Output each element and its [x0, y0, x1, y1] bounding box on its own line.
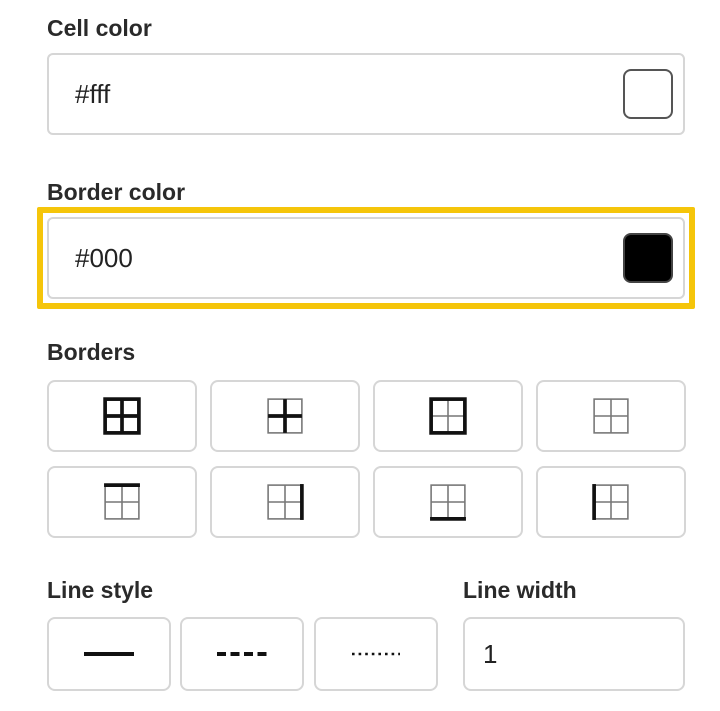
bottom-border-button[interactable] — [373, 466, 523, 538]
right-border-icon — [267, 484, 304, 520]
line-width-input[interactable]: 1 — [463, 617, 685, 691]
dotted-line-button[interactable] — [314, 617, 438, 691]
all-borders-button[interactable] — [47, 380, 197, 452]
no-borders-icon — [593, 398, 629, 434]
border-color-label: Border color — [47, 179, 186, 205]
border-color-swatch[interactable] — [623, 233, 673, 283]
inner-borders-button[interactable] — [210, 380, 360, 452]
outer-borders-icon — [429, 397, 467, 435]
cell-color-value[interactable]: #fff — [75, 55, 110, 133]
line-width-label: Line width — [463, 577, 577, 603]
cell-color-swatch[interactable] — [623, 69, 673, 119]
border-color-field[interactable]: #000 — [47, 217, 685, 299]
line-style-label: Line style — [47, 577, 154, 603]
outer-borders-button[interactable] — [373, 380, 523, 452]
inner-borders-icon — [267, 398, 303, 434]
border-color-value[interactable]: #000 — [75, 219, 133, 297]
no-borders-button[interactable] — [536, 380, 686, 452]
bottom-border-icon — [430, 484, 466, 521]
right-border-button[interactable] — [210, 466, 360, 538]
all-borders-icon — [103, 397, 141, 435]
top-border-button[interactable] — [47, 466, 197, 538]
dashed-line-icon — [217, 652, 267, 656]
left-border-button[interactable] — [536, 466, 686, 538]
left-border-icon — [592, 484, 629, 520]
cell-color-field[interactable]: #fff — [47, 53, 685, 135]
borders-label: Borders — [47, 339, 136, 365]
line-width-value[interactable]: 1 — [483, 639, 497, 670]
dashed-line-button[interactable] — [180, 617, 304, 691]
cell-format-panel: Cell color #fff Border color #000 Border… — [0, 0, 720, 711]
cell-color-label: Cell color — [47, 15, 152, 41]
solid-line-icon — [84, 652, 134, 656]
top-border-icon — [104, 483, 140, 520]
dotted-line-icon — [352, 652, 400, 656]
solid-line-button[interactable] — [47, 617, 171, 691]
